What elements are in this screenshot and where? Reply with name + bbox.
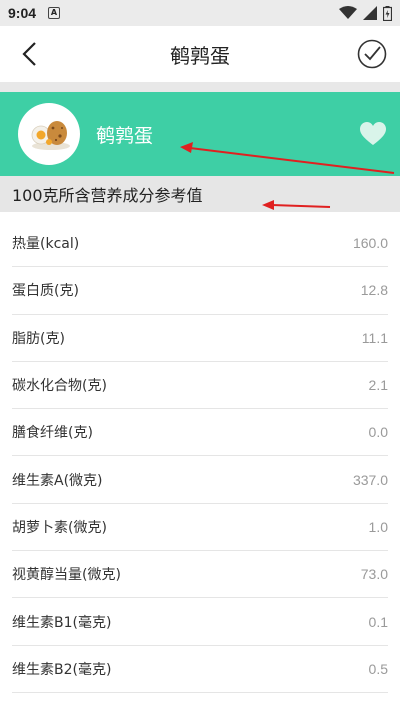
signal-icon (363, 6, 377, 20)
notification-icon: A (48, 7, 61, 19)
food-name: 鹌鹑蛋 (96, 124, 154, 147)
nutrient-value: 12.8 (360, 282, 388, 299)
food-banner: 鹌鹑蛋 (0, 92, 400, 176)
nutrient-label: 维生素B1(毫克) (12, 614, 112, 631)
nutrient-list: 热量(kcal) 160.0 蛋白质(克) 12.8 脂肪(克) 11.1 碳水化合物… (0, 212, 400, 693)
egg-icon (31, 121, 70, 150)
nutrient-label: 维生素B2(毫克) (12, 661, 112, 678)
nutrient-value: 0.1 (368, 613, 388, 630)
app-header: 鹌鹑蛋 (0, 26, 400, 82)
back-button[interactable] (14, 39, 44, 69)
list-item: 脂肪(克) 11.1 (12, 315, 388, 362)
nutrient-label: 碳水化合物(克) (12, 378, 107, 395)
nutrient-value: 337.0 (352, 471, 388, 488)
nutrient-label: 胡萝卜素(微克) (12, 519, 107, 536)
status-bar: 9:04 A (0, 0, 400, 26)
nutrient-value: 11.1 (361, 329, 388, 346)
favorite-heart-icon[interactable] (360, 122, 386, 146)
list-item: 膳食纤维(克) 0.0 (12, 409, 388, 457)
nutrient-label: 蛋白质(克) (12, 283, 79, 300)
nutrient-value: 0.0 (368, 424, 388, 441)
nutrient-label: 热量(kcal) (12, 236, 80, 253)
nutrient-value: 160.0 (352, 235, 388, 252)
list-item: 维生素B1(毫克) 0.1 (12, 598, 388, 646)
nutrient-label: 脂肪(克) (12, 330, 65, 347)
list-item: 碳水化合物(克) 2.1 (12, 362, 388, 410)
divider (0, 82, 400, 92)
page-title: 鹌鹑蛋 (170, 43, 230, 68)
list-item: 热量(kcal) 160.0 (12, 220, 388, 268)
list-item: 视黄醇当量(微克) 73.0 (12, 551, 388, 599)
nutrient-value: 2.1 (368, 377, 388, 394)
nutrient-label: 维生素A(微克) (12, 472, 103, 489)
list-item: 蛋白质(克) 12.8 (12, 267, 388, 315)
nutrient-value: 1.0 (368, 518, 388, 535)
check-circle-icon (357, 39, 387, 69)
battery-icon (383, 5, 392, 21)
list-item: 维生素A(微克) 337.0 (12, 456, 388, 504)
nutrient-value: 73.0 (360, 566, 388, 583)
wifi-icon (339, 6, 357, 19)
status-icons (339, 5, 392, 21)
list-item: 胡萝卜素(微克) 1.0 (12, 504, 388, 552)
nutrient-value: 0.5 (368, 660, 388, 677)
confirm-button[interactable] (356, 38, 388, 70)
nutrient-label: 视黄醇当量(微克) (12, 567, 121, 584)
back-arrow-icon (22, 42, 36, 66)
nutrient-label: 膳食纤维(克) (12, 425, 93, 442)
list-item: 维生素B2(毫克) 0.5 (12, 646, 388, 693)
section-title: 100克所含营养成分参考值 (0, 176, 400, 212)
food-avatar (18, 103, 80, 165)
status-time: 9:04 (8, 5, 37, 21)
